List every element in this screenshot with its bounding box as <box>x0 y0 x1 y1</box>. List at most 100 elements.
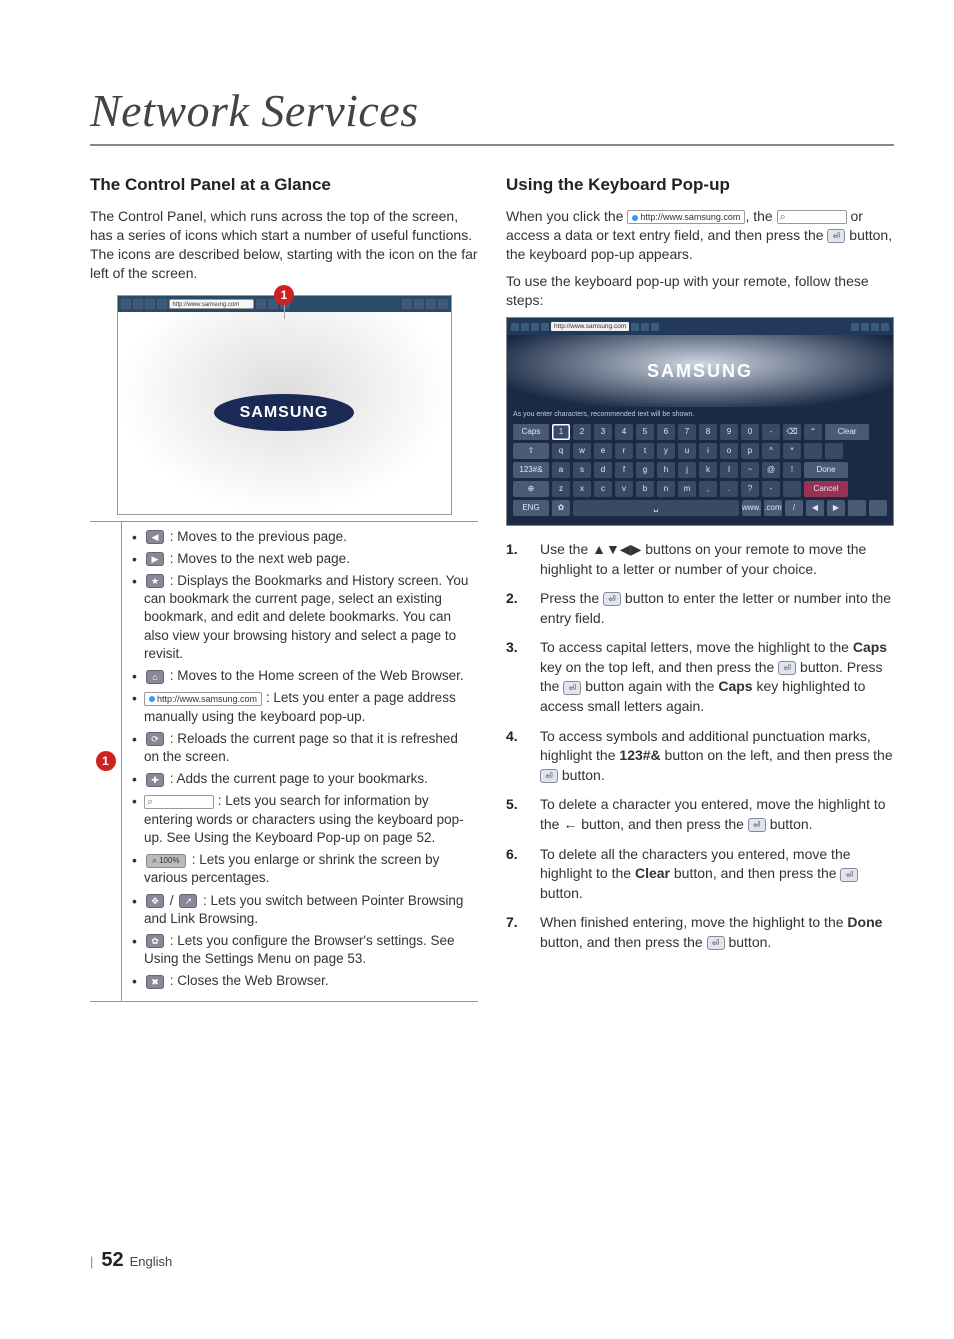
kb-key: www. <box>742 500 761 516</box>
kb-key: .com <box>764 500 782 516</box>
kb-key: m <box>678 481 696 497</box>
enter-button-icon <box>840 868 858 882</box>
kb-key: p <box>741 443 759 459</box>
kb-key: f <box>615 462 633 478</box>
kb-key: x <box>573 481 591 497</box>
step-7: When finished entering, move the highlig… <box>506 913 894 952</box>
close-icon <box>438 299 448 309</box>
kb-key: ␣ <box>573 500 739 516</box>
kb-key: ^ <box>762 443 780 459</box>
kb-key: h <box>657 462 675 478</box>
kb-key: ◀ <box>806 500 824 516</box>
settings-icon <box>871 323 879 331</box>
kb-key: 9 <box>720 424 738 440</box>
kb-key: - <box>762 481 780 497</box>
close-x-icon <box>146 975 164 989</box>
kb-key: Caps <box>513 424 549 440</box>
kb-row: Caps1234567890-⌫⌃Clear <box>513 424 887 440</box>
kb-key: 1 <box>552 424 570 440</box>
keyboard-heading: Using the Keyboard Pop-up <box>506 174 894 197</box>
step-1: Use the ▲▼◀▶ buttons on your remote to m… <box>506 540 894 579</box>
legend-table: 1 : Moves to the previous page. : Moves … <box>90 521 478 1002</box>
reload-icon <box>146 732 164 746</box>
legend-item-search: : Lets you search for information by ent… <box>132 792 474 847</box>
steps-list: Use the ▲▼◀▶ buttons on your remote to m… <box>506 540 894 953</box>
bookmark-star-icon <box>146 574 164 588</box>
legend-item-addbm: : Adds the current page to your bookmark… <box>132 770 474 788</box>
kb-key: j <box>678 462 696 478</box>
pointer-mode-icon <box>146 894 164 908</box>
zoom-icon <box>402 299 412 309</box>
kb-key: l <box>720 462 738 478</box>
kb-row: 123#&asdfghjkl~@!Done <box>513 462 887 478</box>
kb-key: 5 <box>636 424 654 440</box>
keyboard-intro-1: When you click the http://www.samsung.co… <box>506 207 894 264</box>
kb-key <box>869 500 887 516</box>
kb-key: ⊕ <box>513 481 549 497</box>
kb-key: Cancel <box>804 481 848 497</box>
legend-number-cell: 1 <box>90 522 122 1001</box>
kb-key: 2 <box>573 424 591 440</box>
zoom-icon <box>851 323 859 331</box>
kb-key: @ <box>762 462 780 478</box>
kb-key: w <box>573 443 591 459</box>
kb-grid: Caps1234567890-⌫⌃Clear ⇧qwertyuiop^* 123#&… <box>507 420 893 525</box>
search-field-icon <box>144 795 214 809</box>
kb-key: * <box>783 443 801 459</box>
kb-key: 123#& <box>513 462 549 478</box>
chapter-title: Network Services <box>90 80 894 146</box>
kb-key: 0 <box>741 424 759 440</box>
forward-icon <box>521 323 529 331</box>
pointer-icon <box>861 323 869 331</box>
samsung-logo: SAMSUNG <box>647 359 753 383</box>
gear-icon <box>146 934 164 948</box>
forward-icon <box>133 299 143 309</box>
kb-key: c <box>594 481 612 497</box>
right-column: Using the Keyboard Pop-up When you click… <box>506 174 894 1002</box>
step-5: To delete a character you entered, move … <box>506 795 894 834</box>
kb-key: z <box>552 481 570 497</box>
close-icon <box>881 323 889 331</box>
kb-key: t <box>636 443 654 459</box>
legend-item-back: : Moves to the previous page. <box>132 528 474 546</box>
kb-key: 4 <box>615 424 633 440</box>
enter-button-icon <box>563 681 581 695</box>
control-panel-figure: 1 http://www.samsung.com <box>117 295 452 515</box>
kb-key: ⌃ <box>804 424 822 440</box>
address-field-icon: http://www.samsung.com <box>627 210 745 224</box>
legend-item-zoom: ⌕ 100% : Lets you enlarge or shrink the … <box>132 851 474 887</box>
legend-badge-1: 1 <box>96 751 116 771</box>
legend-item-close: : Closes the Web Browser. <box>132 972 474 990</box>
forward-arrow-icon <box>146 552 164 566</box>
kb-row: ⊕zxcvbnm,.?-Cancel <box>513 481 887 497</box>
left-column: The Control Panel at a Glance The Contro… <box>90 174 478 1002</box>
callout-badge-1: 1 <box>274 285 294 305</box>
bookmark-add-icon <box>641 323 649 331</box>
kb-key: u <box>678 443 696 459</box>
legend-item-settings: : Lets you configure the Browser's setti… <box>132 932 474 968</box>
kb-key: k <box>699 462 717 478</box>
enter-button-icon <box>748 818 766 832</box>
mock-browser: http://www.samsung.com SAMSUNG <box>117 295 452 515</box>
control-panel-intro: The Control Panel, which runs across the… <box>90 207 478 283</box>
kb-key: v <box>615 481 633 497</box>
kb-key: ⌫ <box>783 424 801 440</box>
kb-key: ENG <box>513 500 549 516</box>
step-2: Press the button to enter the letter or … <box>506 589 894 628</box>
kb-key: d <box>594 462 612 478</box>
star-icon <box>531 323 539 331</box>
legend-item-forward: : Moves to the next web page. <box>132 550 474 568</box>
step-6: To delete all the characters you entered… <box>506 845 894 904</box>
kb-row: ⇧qwertyuiop^* <box>513 443 887 459</box>
control-panel-heading: The Control Panel at a Glance <box>90 174 478 197</box>
legend-item-bookmarks: : Displays the Bookmarks and History scr… <box>132 572 474 663</box>
kb-key: 3 <box>594 424 612 440</box>
kb-key: , <box>699 481 717 497</box>
add-bookmark-icon <box>146 773 164 787</box>
home-icon <box>146 670 164 684</box>
kb-row: ENG✿␣www..com/◀▶ <box>513 500 887 516</box>
kb-key: 7 <box>678 424 696 440</box>
mock-body: SAMSUNG <box>118 312 451 514</box>
kb-key: ⇧ <box>513 443 549 459</box>
kb-key: 6 <box>657 424 675 440</box>
